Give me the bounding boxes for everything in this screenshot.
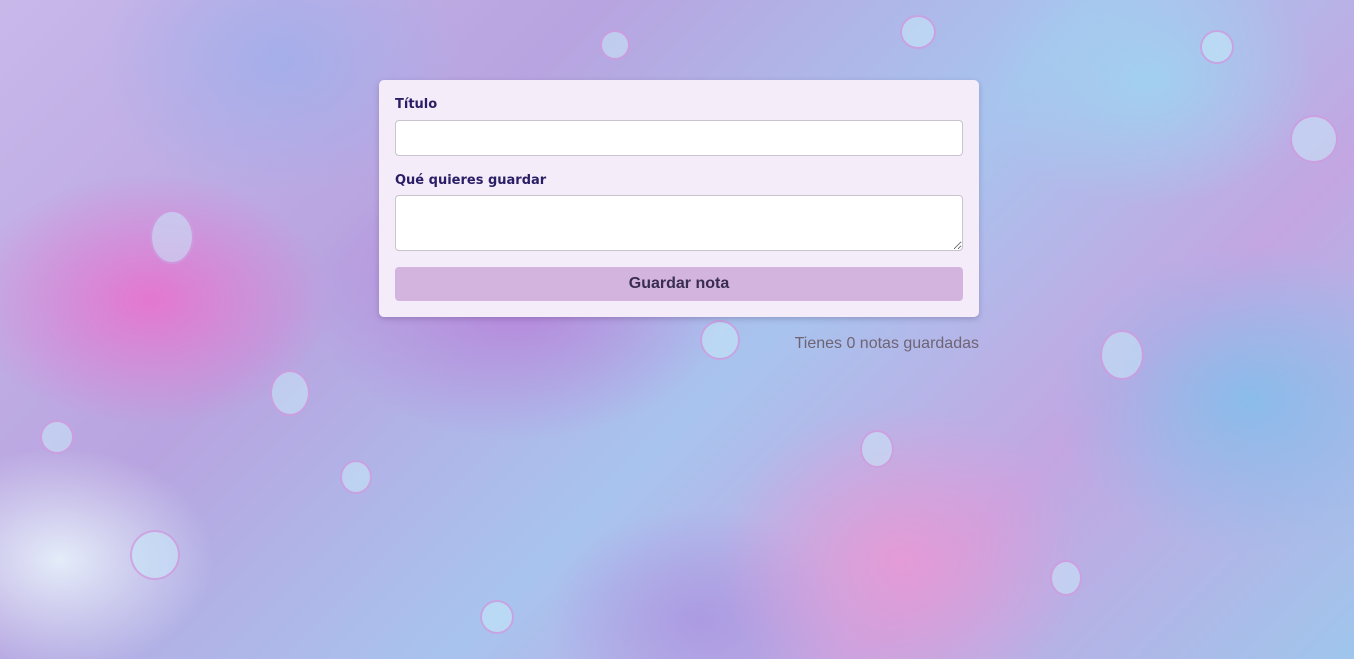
title-label: Título	[395, 97, 438, 112]
note-form-card: Título Qué quieres guardar Guardar nota	[379, 80, 979, 317]
background-bubble	[1290, 115, 1338, 163]
save-note-button[interactable]: Guardar nota	[395, 267, 963, 301]
background-bubble	[900, 15, 936, 49]
background-bubble	[480, 600, 514, 634]
content-label: Qué quieres guardar	[395, 173, 547, 188]
background-bubble	[860, 430, 894, 468]
background-bubble	[40, 420, 74, 454]
background-bubble	[700, 320, 740, 360]
background-bubble	[270, 370, 310, 416]
background-bubble	[600, 30, 630, 60]
background-bubble	[1100, 330, 1144, 380]
title-input[interactable]	[395, 120, 963, 156]
background-bubble	[130, 530, 180, 580]
content-textarea[interactable]	[395, 195, 963, 251]
background-bubble	[150, 210, 194, 264]
background-bubble	[1050, 560, 1082, 596]
background-bubble	[340, 460, 372, 494]
background-bubble	[1200, 30, 1234, 64]
notes-count-text: Tienes 0 notas guardadas	[794, 335, 979, 352]
